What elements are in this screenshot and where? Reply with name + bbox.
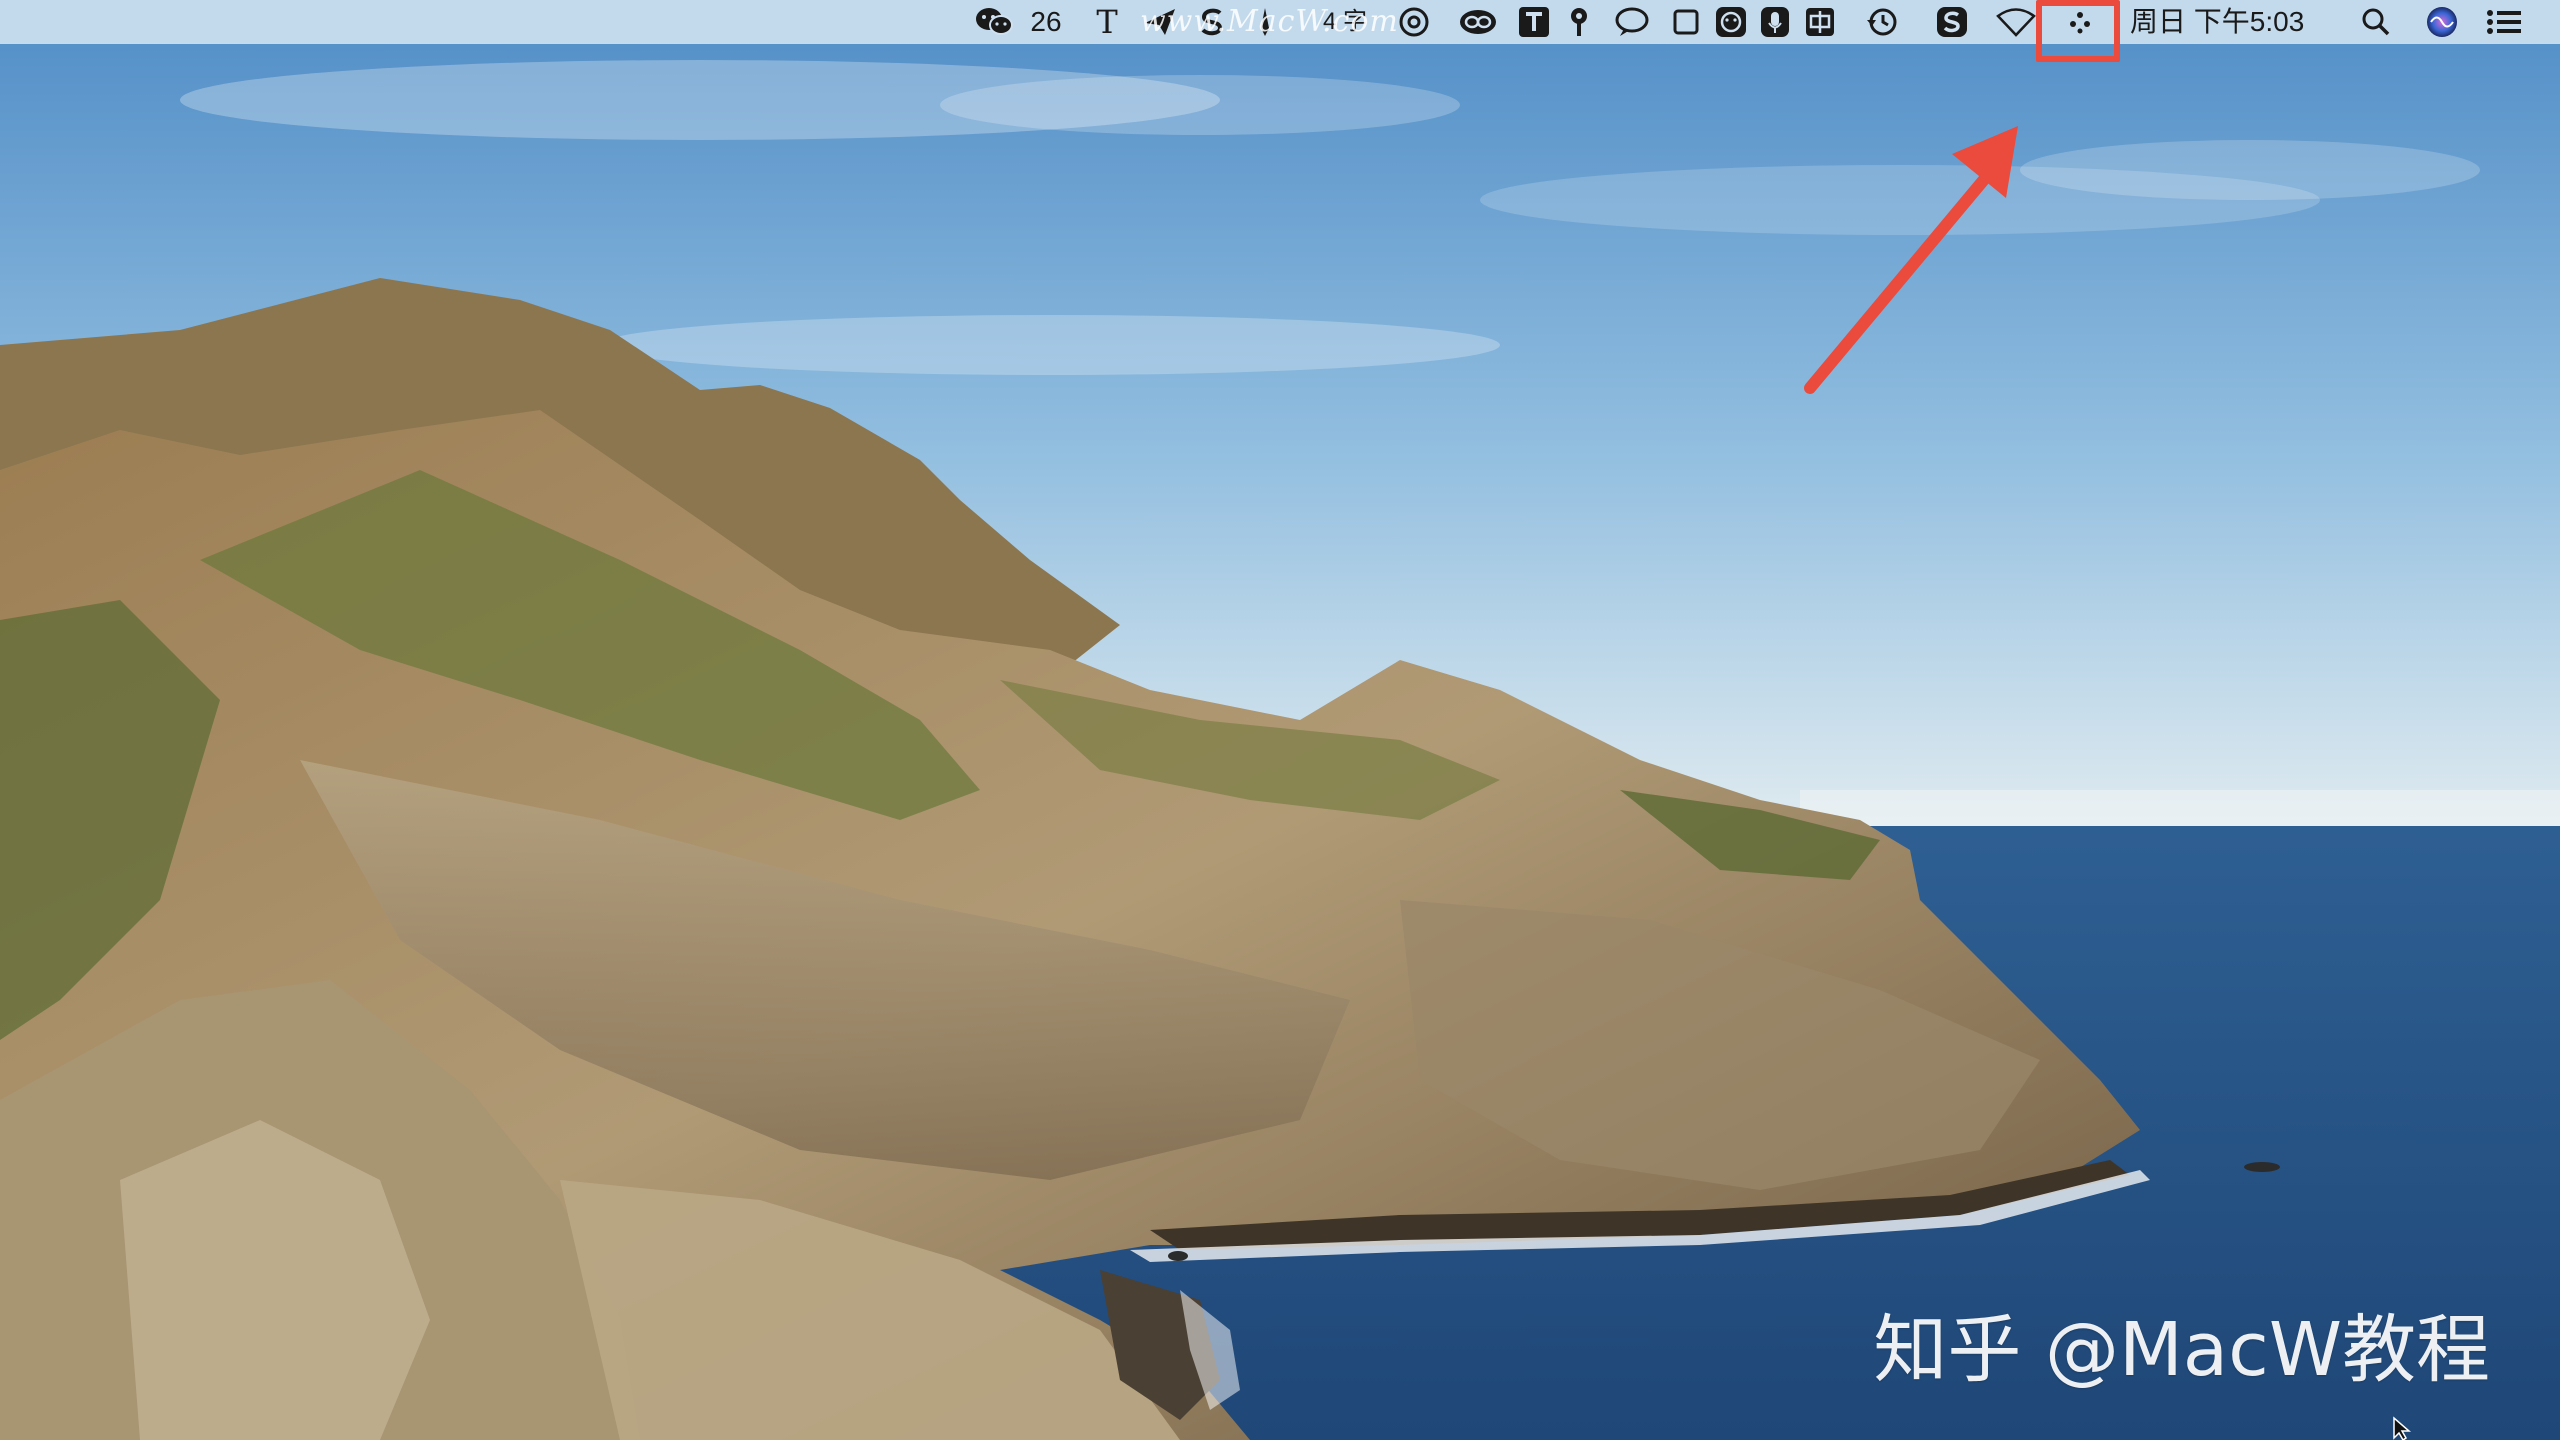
- desktop: 26 T 4 字 周日 下午5:03 www.MacW.com 知乎 @MacW…: [0, 0, 2560, 1440]
- text-tool-icon[interactable]: T: [1092, 4, 1122, 40]
- creative-cloud-icon[interactable]: [1456, 4, 1500, 40]
- siri-icon[interactable]: [2422, 4, 2462, 40]
- mouse-cursor-icon: [2392, 1416, 2414, 1440]
- wifi-icon[interactable]: [1996, 4, 2036, 40]
- pin-icon[interactable]: [1564, 4, 1594, 40]
- wechat-badge-count: 26: [1030, 6, 1062, 37]
- corner-watermark: 知乎 @MacW教程: [1873, 1307, 2490, 1393]
- notification-center-icon[interactable]: [2484, 4, 2524, 40]
- sogou-s-icon[interactable]: [1934, 4, 1970, 40]
- menu-bar-clock[interactable]: 周日 下午5:03: [2130, 4, 2330, 40]
- t-app-icon[interactable]: [1516, 4, 1552, 40]
- at-sign-icon[interactable]: [1396, 4, 1432, 40]
- time-machine-icon[interactable]: [1862, 4, 1902, 40]
- emoji-face-icon[interactable]: [1714, 4, 1748, 40]
- wechat-icon[interactable]: [972, 4, 1016, 40]
- spotlight-search-icon[interactable]: [2356, 4, 2396, 40]
- highlight-box: [2036, 0, 2120, 62]
- microphone-icon[interactable]: [1758, 4, 1792, 40]
- chinese-input-icon[interactable]: [1802, 4, 1838, 40]
- chat-bubble-icon[interactable]: [1612, 4, 1652, 40]
- site-watermark: www.MacW.com: [1140, 4, 1399, 39]
- annotation-arrow: [1804, 126, 2018, 394]
- window-square-icon[interactable]: [1670, 4, 1702, 40]
